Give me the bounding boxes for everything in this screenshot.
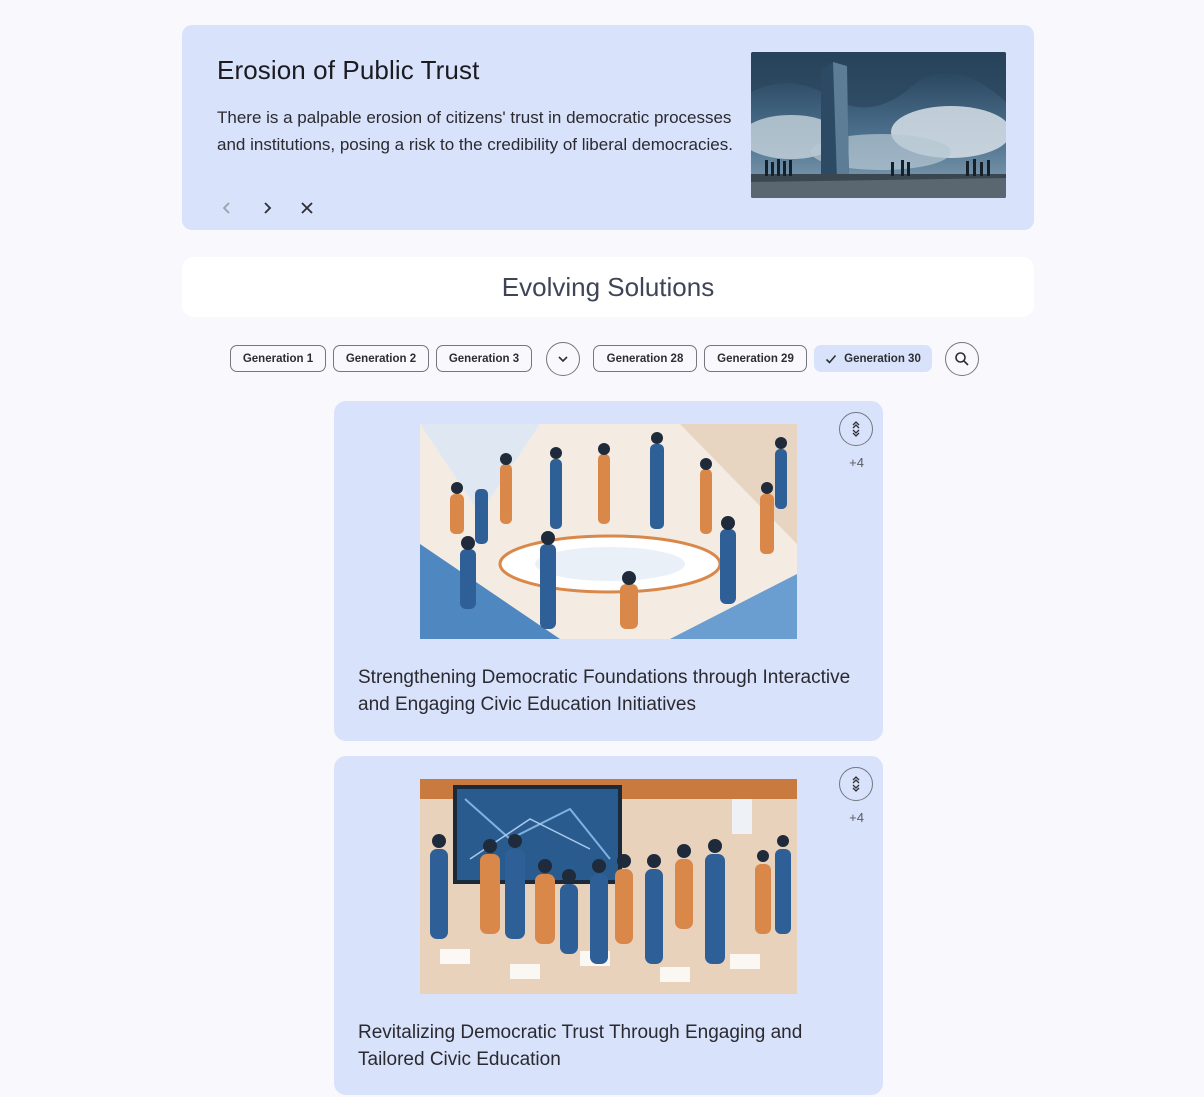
close-button[interactable] bbox=[294, 195, 320, 221]
problem-card: Erosion of Public Trust There is a palpa… bbox=[182, 25, 1034, 230]
section-header: Evolving Solutions bbox=[182, 257, 1034, 317]
close-icon bbox=[301, 202, 313, 214]
chevron-down-icon bbox=[558, 356, 568, 363]
chip-generation-30[interactable]: Generation 30 bbox=[814, 345, 932, 372]
section-title: Evolving Solutions bbox=[501, 271, 715, 302]
problem-nav bbox=[214, 195, 320, 221]
double-chevron-vote-icon bbox=[852, 421, 860, 437]
solution-image bbox=[420, 424, 797, 639]
chip-generation-28[interactable]: Generation 28 bbox=[593, 345, 697, 372]
solution-title: Strengthening Democratic Foundations thr… bbox=[358, 667, 851, 715]
prev-button[interactable] bbox=[214, 195, 240, 221]
vote-count: +4 bbox=[849, 455, 864, 470]
chip-label: Generation 30 bbox=[844, 352, 921, 365]
chip-generation-3[interactable]: Generation 3 bbox=[436, 345, 532, 372]
chip-generation-29[interactable]: Generation 29 bbox=[704, 345, 807, 372]
chip-generation-1[interactable]: Generation 1 bbox=[230, 345, 326, 372]
chevron-left-icon bbox=[222, 202, 230, 214]
check-icon bbox=[826, 354, 837, 364]
chevron-right-icon bbox=[264, 202, 272, 214]
expand-generations-button[interactable] bbox=[546, 342, 580, 376]
search-icon bbox=[955, 352, 969, 366]
vote-count: +4 bbox=[849, 810, 864, 825]
search-button[interactable] bbox=[945, 342, 979, 376]
chip-generation-2[interactable]: Generation 2 bbox=[333, 345, 429, 372]
double-chevron-vote-icon bbox=[852, 776, 860, 792]
vote-button[interactable] bbox=[839, 767, 873, 801]
problem-title: Erosion of Public Trust bbox=[217, 55, 480, 85]
solution-image bbox=[420, 779, 797, 994]
next-button[interactable] bbox=[254, 195, 280, 221]
problem-description: There is a palpable erosion of citizens'… bbox=[217, 108, 733, 154]
problem-image bbox=[751, 52, 1006, 198]
vote-button[interactable] bbox=[839, 412, 873, 446]
solution-title: Revitalizing Democratic Trust Through En… bbox=[358, 1022, 803, 1070]
solution-card[interactable]: +4 Revitalizing Democratic Trust Through… bbox=[334, 756, 883, 1095]
solution-card[interactable]: +4 Strengthening Democratic Foundations … bbox=[334, 401, 883, 741]
